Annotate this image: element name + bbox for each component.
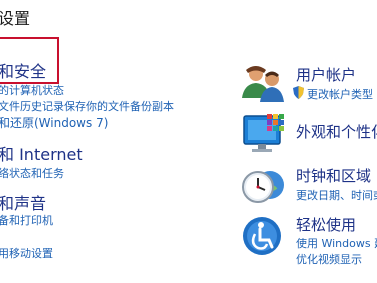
shield-icon <box>293 86 304 99</box>
link-file-history[interactable]: 文件历史记录保存你的文件备份副本 <box>0 98 174 114</box>
category-hardware-sound-title[interactable]: 和声音 <box>0 190 46 214</box>
link-windows-suggest[interactable]: 使用 Windows 建 <box>296 235 377 251</box>
appearance-monitor-icon[interactable] <box>240 112 286 156</box>
page-title: 设置 <box>0 9 31 28</box>
link-change-account-type[interactable]: 更改帐户类型 <box>307 86 373 102</box>
ease-of-access-icon[interactable] <box>240 214 286 258</box>
category-user-accounts-title[interactable]: 用户帐户 <box>296 64 356 85</box>
category-appearance-title[interactable]: 外观和个性化 <box>296 121 377 142</box>
category-clock-region-title[interactable]: 时钟和区域 <box>296 165 371 186</box>
link-mobility-settings[interactable]: 用移动设置 <box>0 245 53 261</box>
link-backup-restore[interactable]: 和还原(Windows 7) <box>0 114 108 131</box>
link-computer-status[interactable]: 的计算机状态 <box>0 82 64 98</box>
link-network-status[interactable]: 络状态和任务 <box>0 165 64 181</box>
link-change-date-time[interactable]: 更改日期、时间或 <box>296 187 377 203</box>
category-network-internet-title[interactable]: 和 Internet <box>0 141 83 165</box>
link-devices-printers[interactable]: 备和打印机 <box>0 212 53 228</box>
user-accounts-icon[interactable] <box>240 64 286 104</box>
clock-globe-icon[interactable] <box>240 163 286 207</box>
link-optimize-display[interactable]: 优化视频显示 <box>296 251 362 267</box>
category-ease-of-access-title[interactable]: 轻松使用 <box>296 214 356 235</box>
category-system-security-title[interactable]: 和安全 <box>0 58 46 82</box>
